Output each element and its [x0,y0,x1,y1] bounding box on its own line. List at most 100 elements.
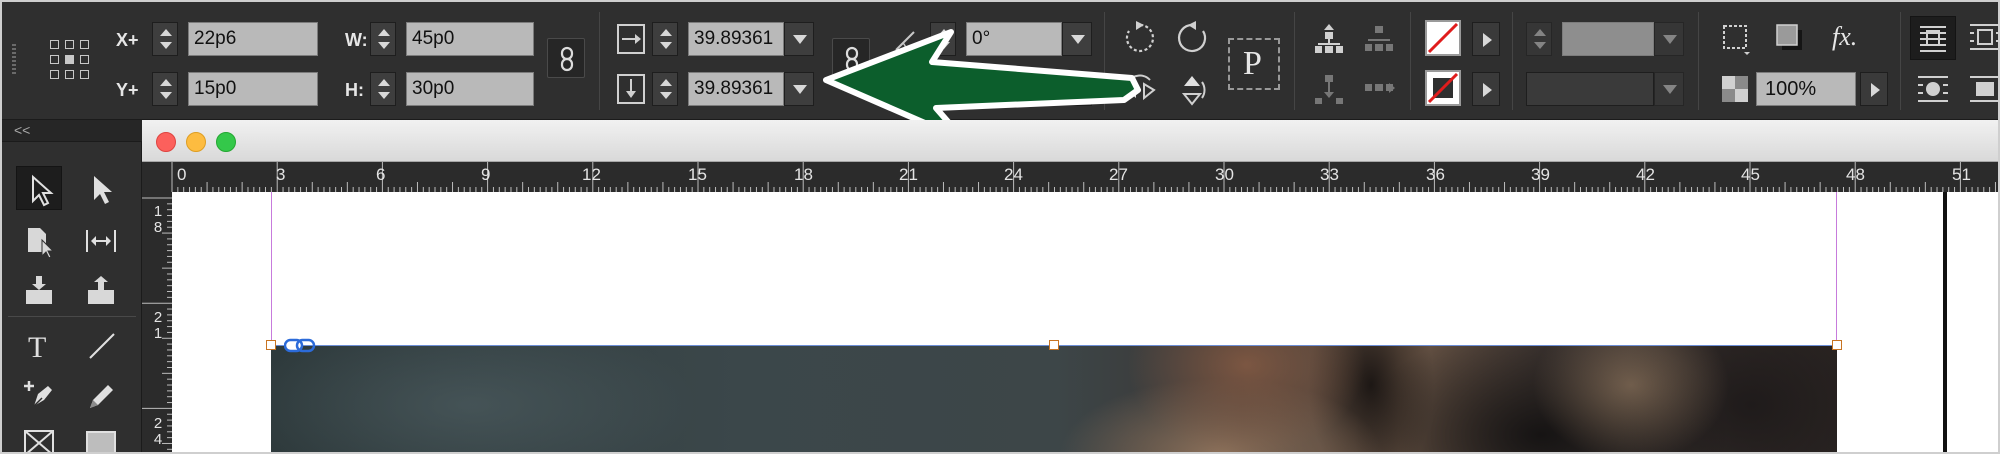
y-field[interactable]: 15p0 [188,72,318,106]
fill-menu-button[interactable] [1472,22,1500,56]
text-wrap-none-button[interactable] [1910,16,1956,60]
h-stepper[interactable] [370,72,396,106]
page-tool[interactable] [16,218,62,262]
paragraph-icon: P [1243,45,1262,82]
stroke-type-field[interactable] [1526,72,1654,106]
ruler-label: 15 [688,165,707,184]
direct-selection-tool[interactable] [78,166,124,210]
wrap-bounding-box-icon[interactable] [1968,20,2000,54]
stroke-weight-dropdown[interactable] [1654,22,1684,56]
close-button[interactable] [156,132,176,152]
w-stepper[interactable] [370,22,396,56]
page-tool-icon [28,228,55,258]
content-collector-icon [26,276,52,304]
line-tool[interactable] [78,322,124,366]
control-panel: X+ 22p6 Y+ 15p0 W: 45p0 H: 30p0 39.89361 [2,2,2000,143]
effects-icon[interactable]: fx. [1832,22,1857,52]
pen-tool-icon [24,381,52,407]
separator [1410,12,1411,110]
link-badge-icon[interactable] [284,338,316,354]
reference-point-icon[interactable] [50,40,90,80]
separator [1698,12,1699,110]
ruler-label: 48 [1846,165,1865,184]
ruler-label: 9 [481,165,491,184]
fill-swatch-icon[interactable] [1425,20,1461,56]
content-placer-icon [88,276,114,304]
y-stepper[interactable] [152,72,178,106]
ruler-label: 24 [153,415,163,448]
opacity-field[interactable]: 100% [1756,72,1856,106]
vertical-ruler[interactable]: 18 21 24 [142,192,172,452]
rectangle-tool-icon [86,431,116,452]
ruler-label: 18 [153,203,163,236]
height-field[interactable]: 30p0 [406,72,534,106]
horizontal-ruler[interactable]: 0 3 6 9 12 15 18 21 24 27 30 33 36 39 42… [142,162,1998,192]
content-placer-tool[interactable] [78,268,124,312]
content-collector-tool[interactable] [16,268,62,312]
width-field[interactable]: 45p0 [406,22,534,56]
stroke-type-dropdown[interactable] [1654,72,1684,106]
svg-text:T: T [28,331,46,362]
scale-x-field[interactable]: 39.89361 [688,22,784,56]
ruler-label: 18 [794,165,813,184]
gap-tool-icon [86,230,116,252]
flip-vertical-icon[interactable] [1174,72,1210,108]
wrap-object-shape-icon[interactable] [1916,72,1950,106]
chain-link-icon [560,46,574,72]
pen-tool[interactable] [16,372,62,416]
ruler-label: 12 [582,165,601,184]
frame-fitting-icon[interactable] [1718,20,1754,56]
selection-handle[interactable] [266,340,276,350]
opacity-menu-button[interactable] [1860,72,1888,106]
minimize-button[interactable] [186,132,206,152]
selection-handle[interactable] [1049,340,1059,350]
rectangle-tool[interactable] [78,420,124,452]
tools-collapse-button[interactable]: << [2,120,142,142]
select-content-icon[interactable] [1312,72,1346,106]
rectangle-frame-tool[interactable] [16,420,62,452]
rectangle-frame-tool-icon [24,430,54,452]
constrain-proportions-button[interactable] [547,38,585,78]
scale-x-icon [617,24,645,54]
transparency-icon [1722,76,1748,102]
wrap-jump-object-icon[interactable] [1968,72,2000,106]
ruler-label: 3 [276,165,286,184]
select-container-icon[interactable] [1312,22,1346,56]
x-stepper[interactable] [152,22,178,56]
pencil-tool[interactable] [78,372,124,416]
placed-photo[interactable] [271,345,1837,452]
scale-x-stepper[interactable] [652,22,678,56]
stroke-weight-field[interactable] [1562,22,1654,56]
stroke-swatch-icon[interactable] [1425,70,1461,106]
h-label: H: [345,80,364,100]
line-tool-icon [89,333,115,359]
stroke-menu-button[interactable] [1472,72,1500,106]
stroke-weight-stepper[interactable] [1526,22,1552,56]
pencil-tool-icon [90,385,113,408]
select-previous-icon[interactable] [1362,22,1396,56]
ruler-label: 45 [1741,165,1760,184]
type-tool-icon: T [28,331,46,362]
type-tool[interactable]: T [16,322,62,366]
scale-y-stepper[interactable] [652,72,678,106]
gap-tool[interactable] [78,218,124,262]
scale-y-dropdown[interactable] [784,72,814,106]
paragraph-style-button[interactable]: P [1228,38,1280,90]
scale-y-field[interactable]: 39.89361 [688,72,784,106]
select-next-icon[interactable] [1362,72,1396,106]
page-edge [1943,192,1947,452]
zoom-button[interactable] [216,132,236,152]
selection-handle[interactable] [1832,340,1842,350]
panel-grip[interactable] [12,44,16,74]
rotate-ccw-icon[interactable] [1174,20,1210,56]
selection-tool[interactable] [16,166,62,210]
scale-x-dropdown[interactable] [784,22,814,56]
direct-selection-tool-icon [94,176,112,204]
ruler-label: 27 [1109,165,1128,184]
separator [599,12,600,110]
drop-shadow-icon[interactable] [1772,20,1808,56]
x-field[interactable]: 22p6 [188,22,318,56]
tools-separator [8,316,136,317]
selection-tool-icon [32,174,54,207]
separator [1512,12,1513,110]
